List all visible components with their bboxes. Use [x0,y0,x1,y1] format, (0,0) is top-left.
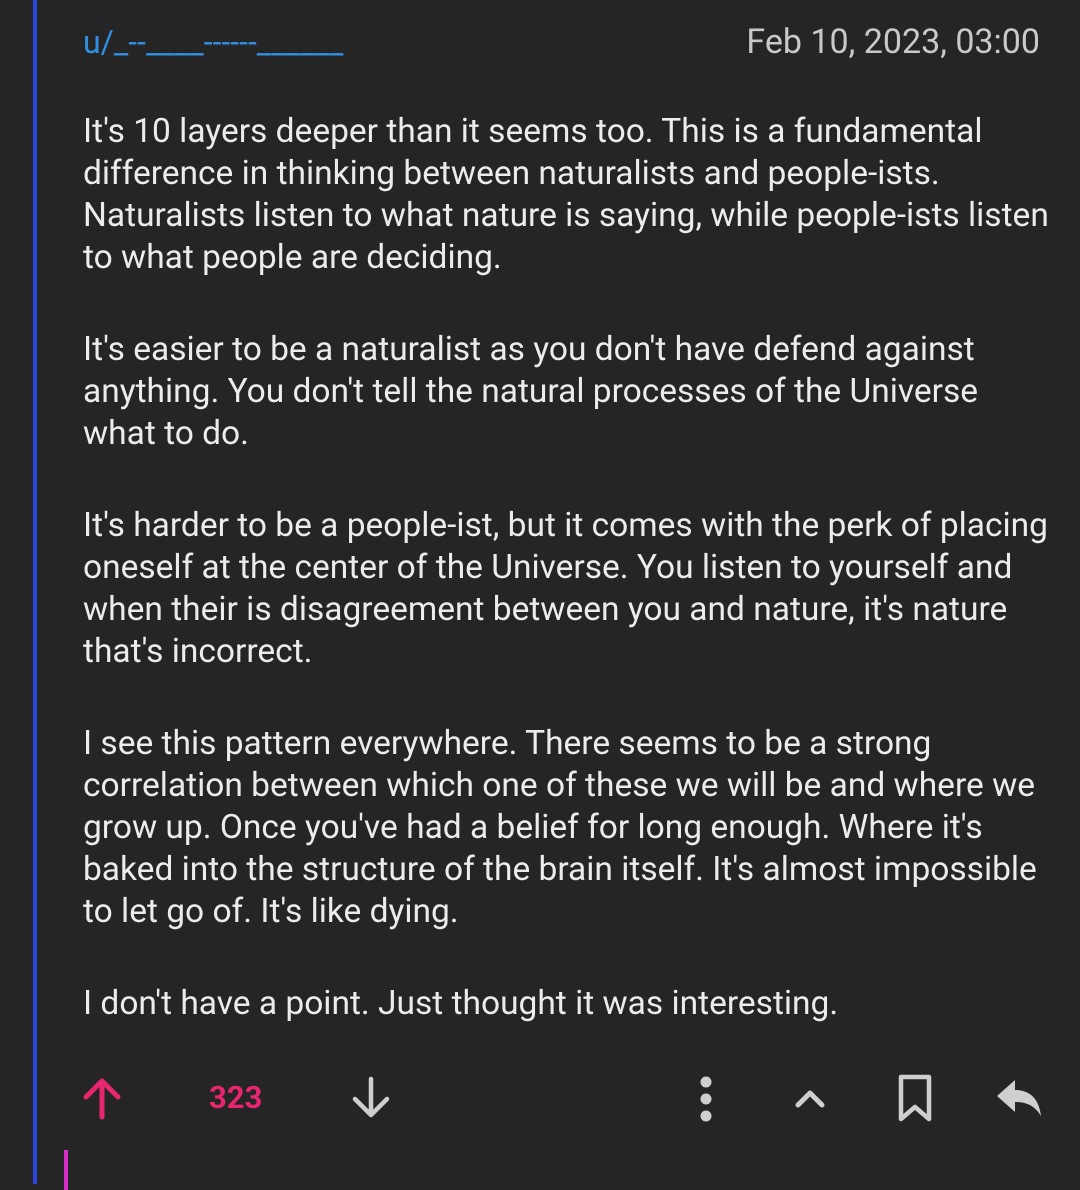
comment-timestamp: Feb 10, 2023, 03:00 [746,22,1040,62]
comment-body: It's 10 layers deeper than it seems too.… [83,111,1053,1075]
nested-thread-line[interactable] [64,1150,68,1190]
downvote-button[interactable] [345,1070,397,1126]
comment-author[interactable]: u/_--____------______ [83,22,343,62]
save-button[interactable] [890,1070,940,1126]
comment-paragraph: It's harder to be a people-ist, but it c… [83,506,1048,671]
bookmark-icon [898,1074,932,1122]
arrow-up-icon [83,1078,121,1120]
arrow-down-icon [352,1076,390,1118]
comment-paragraph: It's 10 layers deeper than it seems too.… [83,112,1049,277]
comment-paragraph: I don't have a point. Just thought it wa… [83,984,839,1023]
vote-score: 323 [209,1079,263,1116]
comment-header: u/_--____------______ Feb 10, 2023, 03:0… [83,22,1040,62]
comment-paragraph: I see this pattern everywhere. There see… [83,724,1037,931]
chevron-up-icon [795,1090,825,1108]
more-vertical-icon [700,1076,712,1122]
thread-depth-line[interactable] [33,0,37,1184]
collapse-button[interactable] [786,1070,834,1126]
reply-icon [997,1080,1041,1116]
more-options-button[interactable] [688,1070,724,1126]
comment-action-bar: 323 [0,1070,1080,1126]
comment-paragraph: It's easier to be a naturalist as you do… [83,330,979,453]
upvote-button[interactable] [76,1070,128,1126]
reply-button[interactable] [990,1070,1046,1126]
